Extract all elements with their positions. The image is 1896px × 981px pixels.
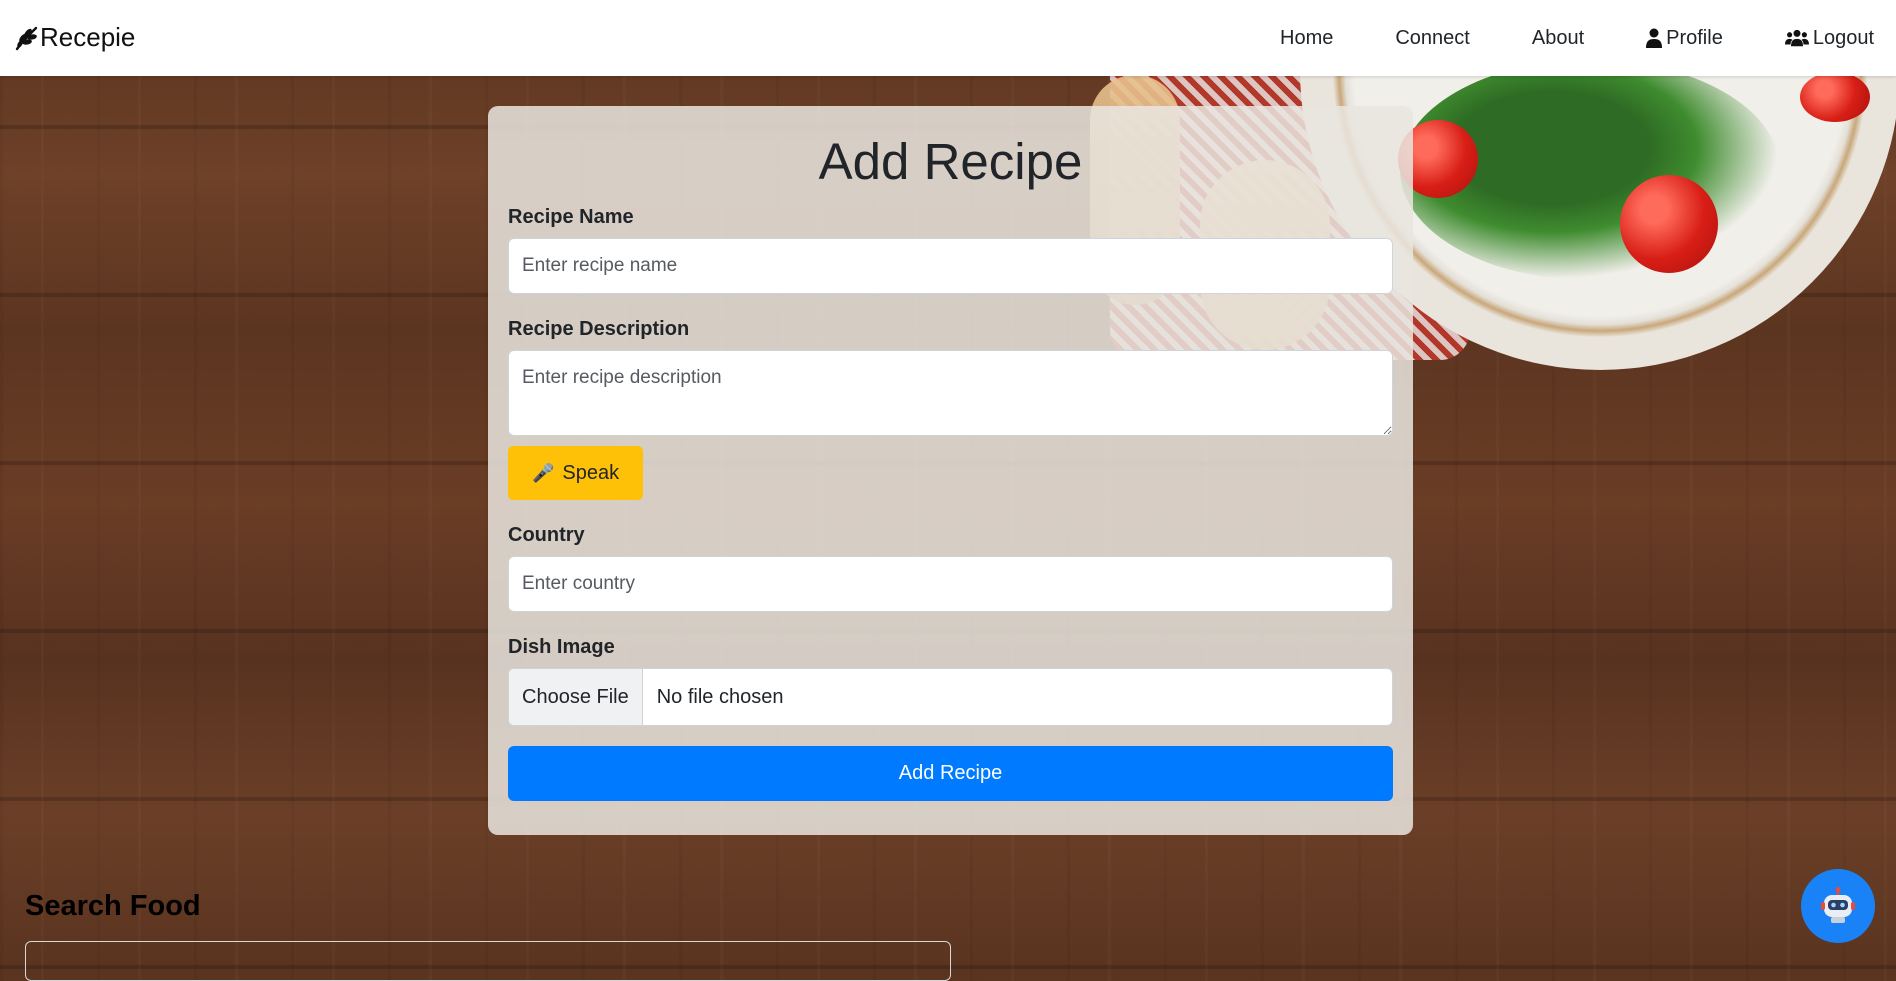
dish-image-file-input[interactable]: Choose File No file chosen: [508, 668, 1393, 726]
speak-button[interactable]: 🎤 Speak: [508, 446, 644, 500]
salad-greens-decoration: [1400, 60, 1780, 280]
recipe-description-label: Recipe Description: [508, 318, 690, 340]
country-input[interactable]: [508, 556, 1393, 612]
add-recipe-title: Add Recipe: [818, 133, 1083, 190]
tomato-decoration: [1800, 72, 1870, 122]
choose-file-button[interactable]: Choose File: [509, 669, 643, 725]
brand-link[interactable]: Recepie: [14, 22, 135, 53]
nav-home-link[interactable]: Home: [1280, 27, 1333, 50]
add-recipe-submit-button[interactable]: Add Recipe: [508, 746, 1393, 801]
nav-links: Home Connect About Profile Logout: [1218, 0, 1874, 76]
navbar: Recepie Home Connect About Profile Logou…: [0, 0, 1896, 76]
file-status-text: No file chosen: [656, 685, 784, 708]
recipe-name-input[interactable]: [508, 238, 1393, 294]
search-food-heading: Search Food: [25, 890, 201, 922]
search-food-box[interactable]: [25, 941, 951, 981]
nav-about-link[interactable]: About: [1532, 27, 1584, 50]
nav-logout-link[interactable]: Logout: [1784, 26, 1874, 50]
leaf-icon: [15, 26, 38, 50]
nav-profile-label: Profile: [1666, 26, 1723, 49]
tomato-decoration: [1620, 175, 1718, 273]
recipe-description-textarea[interactable]: [508, 350, 1393, 436]
country-label: Country: [508, 524, 585, 546]
robot-icon: [1821, 887, 1855, 923]
nav-logout-label: Logout: [1812, 26, 1874, 49]
brand-name: Recepie: [40, 22, 136, 52]
nav-profile-link[interactable]: Profile: [1646, 27, 1723, 50]
nav-connect-label: Connect: [1395, 26, 1470, 49]
recipe-name-label: Recipe Name: [508, 206, 634, 228]
add-recipe-card: Add Recipe Recipe Name Recipe Descriptio…: [488, 106, 1413, 835]
speak-button-label: Speak: [562, 461, 620, 484]
nav-connect-link[interactable]: Connect: [1395, 27, 1470, 50]
nav-home-label: Home: [1280, 26, 1334, 49]
chatbot-button[interactable]: [1801, 869, 1875, 943]
user-icon: [1646, 28, 1663, 48]
microphone-icon: 🎤: [532, 462, 555, 483]
dish-image-label: Dish Image: [508, 636, 615, 658]
nav-about-label: About: [1531, 26, 1585, 49]
users-icon: [1784, 29, 1809, 47]
